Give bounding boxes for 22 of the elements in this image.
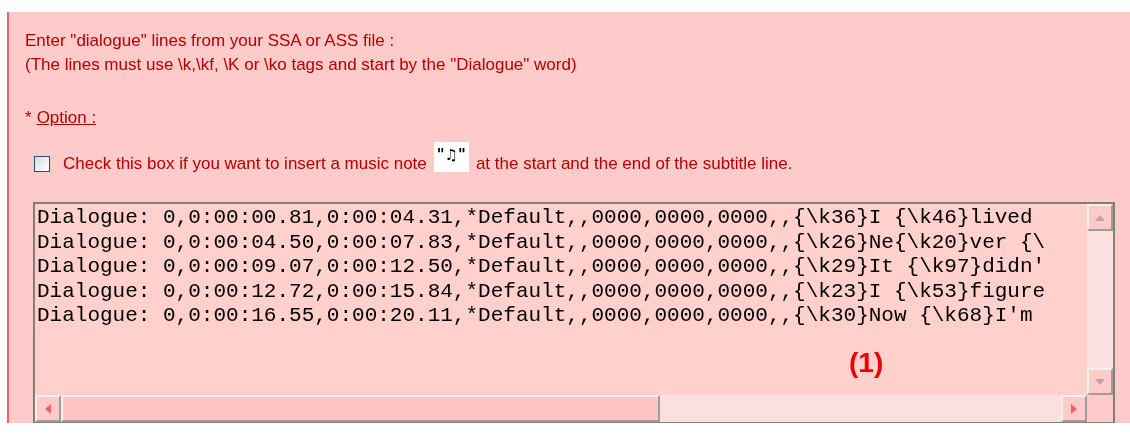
scroll-down-icon[interactable]	[1087, 368, 1113, 395]
checkbox-label: Check this box if you want to insert a music note	[63, 154, 427, 174]
scroll-left-icon[interactable]	[35, 395, 61, 422]
scrollbar-thumb[interactable]	[61, 395, 660, 422]
dialogue-line: Dialogue: 0,0:00:16.55,0:00:20.11,*Default,,0000,0000,0000,,{\k30}Now {\k68}I'm	[37, 304, 1034, 329]
horizontal-scrollbar[interactable]	[35, 395, 1087, 422]
dialogue-line: Dialogue: 0,0:00:04.50,0:00:07.83,*Default,,0000,0000,0000,,{\k26}Ne{\k20}ver {\	[37, 230, 1047, 255]
option-heading: Option :	[36, 108, 97, 128]
scroll-up-icon[interactable]	[1087, 204, 1113, 231]
dialogue-line: Dialogue: 0,0:00:12.72,0:00:15.84,*Default,,0000,0000,0000,,{\k23}I {\k53}figure	[37, 279, 1047, 304]
instruction-text: Enter "dialogue" lines from your SSA or ASS file : (The lines must use \k,\kf, \K or \ko tags and start by the "Dialogue" word)	[25, 30, 578, 76]
checkbox[interactable]	[34, 156, 50, 172]
dialogue-text-area[interactable]	[33, 202, 1115, 423]
checkbox-label: at the start and the end of the subtitle line.	[475, 154, 793, 174]
scroll-right-icon[interactable]	[1061, 395, 1087, 422]
scrollbar-corner	[1087, 395, 1113, 422]
dialogue-line: Dialogue: 0,0:00:09.07,0:00:12.50,*Default,,0000,0000,0000,,{\k29}It {\k97}didn'	[37, 255, 1047, 280]
music-note-icon: "♫"	[433, 142, 469, 172]
vertical-scrollbar[interactable]	[1087, 204, 1113, 395]
annotation-label: (1)	[849, 347, 884, 379]
dialogue-line: Dialogue: 0,0:00:00.81,0:00:04.31,*Default,,0000,0000,0000,,{\k36}I {\k46}lived	[37, 206, 1034, 231]
bullet-text: *	[25, 108, 32, 128]
